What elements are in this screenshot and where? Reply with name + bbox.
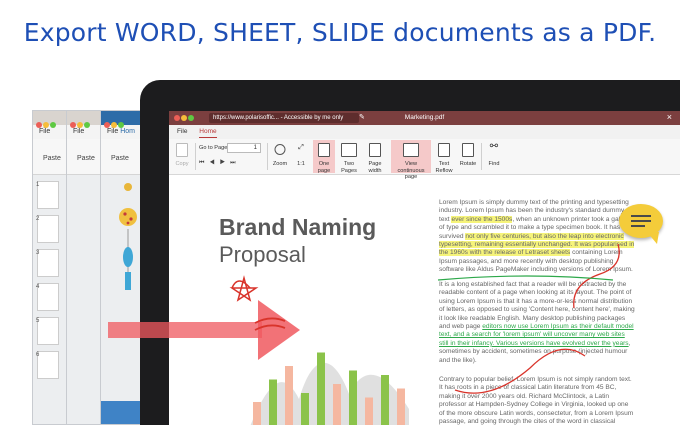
thumbnail[interactable]: 1 <box>36 181 59 209</box>
binoculars-icon: ⚯ <box>489 141 499 152</box>
title-bar: https://www.polarisoffic... - Accessible… <box>169 111 680 125</box>
sticky-note-icon[interactable] <box>619 204 663 244</box>
chart-bar <box>333 384 341 425</box>
actual-size-button[interactable]: ⤢ 1:1 <box>291 140 311 173</box>
one-page-icon <box>318 143 330 157</box>
text-run: Contrary to popular belief, Lorem Ipsum … <box>439 376 634 425</box>
paragraph-1: Lorem Ipsum is simply dummy text of the … <box>439 199 635 275</box>
chart-bar <box>397 388 405 425</box>
menu-file[interactable]: File <box>177 128 187 135</box>
bar-graphic <box>250 352 409 425</box>
text-reflow-icon <box>438 143 450 157</box>
thumbnail[interactable]: 3 <box>36 249 59 277</box>
two-pages-button[interactable]: Two Pages <box>337 140 361 174</box>
zoom-button[interactable]: Zoom <box>269 140 291 173</box>
page-number-input[interactable]: 1 <box>227 143 261 153</box>
rotate-button[interactable]: Rotate <box>457 140 479 173</box>
headline: Export WORD, SHEET, SLIDE documents as a… <box>23 18 657 47</box>
app-window: https://www.polarisoffic... - Accessible… <box>169 111 680 425</box>
one-page-button[interactable]: One page <box>313 140 335 174</box>
paragraph-2: It is a long established fact that a rea… <box>439 281 635 365</box>
continuous-page-icon <box>403 143 419 157</box>
close-icon[interactable]: × <box>667 112 672 122</box>
decorative-ornament <box>119 183 137 290</box>
page-nav-arrows[interactable]: ⏮◀▶⏭ <box>199 160 241 167</box>
paragraph-3: Contrary to popular belief, Lorem Ipsum … <box>439 376 635 425</box>
goto-page-label: Go to Page <box>199 145 228 151</box>
view-continuous-button[interactable]: View continuous page <box>391 140 431 180</box>
chart-bar <box>253 402 261 425</box>
zoom-icon <box>274 144 286 155</box>
page-width-button[interactable]: Page width <box>363 140 387 174</box>
chart-bar <box>285 366 293 425</box>
two-pages-icon <box>341 143 357 157</box>
chart-bar <box>317 352 325 425</box>
thumbnail[interactable]: 6 <box>36 351 59 379</box>
chart-bar <box>365 397 373 425</box>
menu-bar: File Home <box>169 125 680 139</box>
find-button[interactable]: ⚯ Find <box>483 140 505 173</box>
text-run: ever since the 1500s <box>451 215 513 223</box>
back-thumbnails: 1 2 3 4 5 6 <box>36 181 61 385</box>
menu-home[interactable]: Home <box>199 128 217 138</box>
text-reflow-button[interactable]: Text Reflow <box>433 140 455 174</box>
doc-heading: Brand Naming <box>219 214 377 240</box>
rotate-icon <box>462 143 474 157</box>
chart-bar <box>349 370 357 425</box>
chart-bar <box>269 379 277 425</box>
doc-subheading: Proposal <box>219 242 306 267</box>
actual-size-icon: ⤢ <box>298 144 304 151</box>
window-title: Marketing.pdf <box>404 114 445 121</box>
chart-bar <box>301 393 309 425</box>
thumbnail[interactable]: 4 <box>36 283 59 311</box>
document-page: Brand Naming Proposal Lorem Ipsum is sim… <box>169 189 680 425</box>
copy-icon <box>176 143 188 157</box>
thumbnail[interactable]: 2 <box>36 215 59 243</box>
chart-bar <box>381 375 389 425</box>
page-width-icon <box>369 143 381 157</box>
thumbnail[interactable]: 5 <box>36 317 59 345</box>
toolbar: Copy Go to Page 1 ⏮◀▶⏭ Zoom ⤢ 1:1 One pa… <box>169 139 680 180</box>
copy-button[interactable]: Copy <box>171 140 193 173</box>
